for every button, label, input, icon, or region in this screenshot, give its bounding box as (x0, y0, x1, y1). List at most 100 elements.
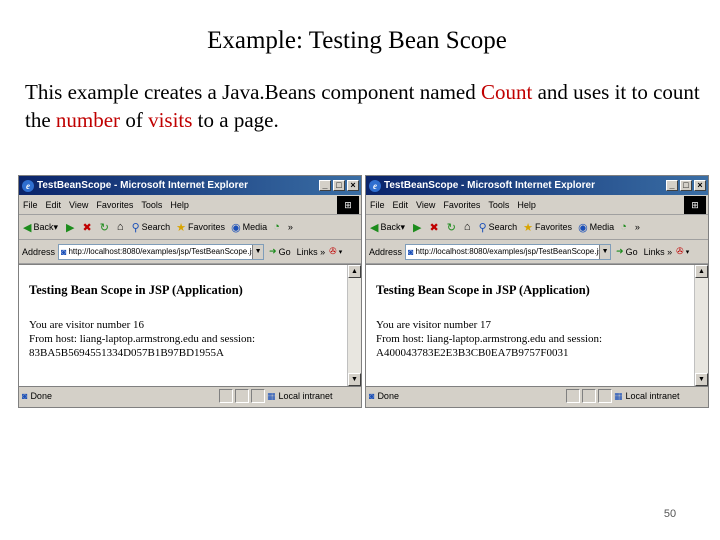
links-button[interactable]: Links » (644, 247, 673, 257)
menu-tools[interactable]: Tools (141, 200, 162, 210)
toolbar-overflow-button[interactable]: » (288, 222, 293, 232)
search-button[interactable]: ⚲ Search (479, 221, 518, 234)
intro-text-1: This example creates a Java.Beans compon… (25, 80, 481, 104)
favorites-star-icon: ★ (523, 221, 534, 234)
stop-button[interactable]: ✖ (82, 221, 93, 234)
status-done: ◙ Done (369, 391, 566, 401)
window-title: TestBeanScope - Microsoft Internet Explo… (384, 180, 595, 191)
favorites-button[interactable]: ★ Favorites (176, 221, 225, 234)
menu-view[interactable]: View (69, 200, 88, 210)
status-bar: ◙ Done ▦ Local intranet (19, 386, 361, 405)
media-button[interactable]: ◉ Media (231, 221, 267, 234)
home-button[interactable]: ⌂ (464, 221, 473, 233)
go-button[interactable]: ➜ Go (269, 246, 291, 257)
links-button[interactable]: Links » (297, 247, 326, 257)
vertical-scrollbar[interactable]: ▲ ▼ (694, 265, 708, 386)
status-zone-label: Local intranet (625, 391, 680, 401)
refresh-button[interactable]: ↻ (447, 221, 458, 234)
chevron-right-icon: » (320, 246, 326, 257)
menu-file[interactable]: File (370, 200, 385, 210)
intro-paragraph: This example creates a Java.Beans compon… (25, 78, 705, 134)
menu-edit[interactable]: Edit (46, 200, 62, 210)
stop-button[interactable]: ✖ (429, 221, 440, 234)
favorites-button[interactable]: ★ Favorites (523, 221, 572, 234)
forward-button[interactable]: ▶ (66, 221, 76, 234)
go-label: Go (625, 246, 638, 257)
close-button[interactable]: × (694, 180, 706, 191)
status-cell (219, 389, 233, 403)
scroll-up-button[interactable]: ▲ (348, 265, 361, 278)
intranet-icon: ▦ (267, 390, 276, 401)
chevron-down-icon[interactable]: ▾ (686, 248, 690, 256)
page-done-icon: ◙ (369, 391, 375, 401)
favorites-label: Favorites (188, 222, 226, 232)
address-url[interactable]: http://localhost:8080/examples/jsp/TestB… (68, 247, 252, 256)
history-icon: ◔ (620, 221, 627, 233)
menu-tools[interactable]: Tools (488, 200, 509, 210)
history-button[interactable]: ◔ (273, 221, 282, 233)
home-button[interactable]: ⌂ (117, 221, 126, 233)
forward-button[interactable]: ▶ (413, 221, 423, 234)
address-url[interactable]: http://localhost:8080/examples/jsp/TestB… (415, 247, 599, 256)
session-id-text: A400043783E2E3B3CB0EA7B9757F0031 (376, 347, 569, 359)
close-button[interactable]: × (347, 180, 359, 191)
menu-view[interactable]: View (416, 200, 435, 210)
home-icon: ⌂ (116, 221, 124, 233)
go-button[interactable]: ➜ Go (616, 246, 638, 257)
stop-icon: ✖ (429, 221, 439, 234)
adobe-pdf-icon[interactable]: ✇ (329, 246, 337, 257)
menu-favorites[interactable]: Favorites (443, 200, 480, 210)
menu-help[interactable]: Help (170, 200, 189, 210)
maximize-button[interactable]: □ (333, 180, 345, 191)
back-button[interactable]: ◀ Back ▾ (23, 221, 60, 234)
vertical-scrollbar[interactable]: ▲ ▼ (347, 265, 361, 386)
address-input[interactable]: ◙ http://localhost:8080/examples/jsp/Tes… (405, 243, 612, 260)
back-label: Back (380, 222, 401, 232)
slide-page-number: 50 (663, 508, 677, 520)
chevron-right-icon: » (287, 222, 293, 232)
maximize-button[interactable]: □ (680, 180, 692, 191)
menu-favorites[interactable]: Favorites (96, 200, 133, 210)
media-button[interactable]: ◉ Media (578, 221, 614, 234)
links-label: Links (643, 246, 665, 257)
status-cell (251, 389, 265, 403)
window-titlebar[interactable]: e TestBeanScope - Microsoft Internet Exp… (19, 176, 361, 195)
search-icon: ⚲ (478, 221, 487, 234)
links-label: Links (296, 246, 318, 257)
window-titlebar[interactable]: e TestBeanScope - Microsoft Internet Exp… (366, 176, 708, 195)
minimize-button[interactable]: _ (666, 180, 678, 191)
refresh-icon: ↻ (99, 221, 109, 234)
page-icon: ◙ (61, 246, 67, 257)
scroll-down-button[interactable]: ▼ (695, 373, 708, 386)
address-dropdown-button[interactable]: ▼ (252, 244, 264, 259)
menu-edit[interactable]: Edit (393, 200, 409, 210)
page-body: Testing Bean Scope in JSP (Application) … (366, 265, 694, 386)
search-button[interactable]: ⚲ Search (132, 221, 171, 234)
host-session-text: From host: liang-laptop.armstrong.edu an… (29, 333, 256, 345)
back-arrow-icon: ◀ (23, 221, 32, 234)
status-zone-label: Local intranet (278, 391, 333, 401)
page-viewport: Testing Bean Scope in JSP (Application) … (19, 264, 361, 386)
adobe-pdf-icon[interactable]: ✇ (676, 246, 684, 257)
history-button[interactable]: ◔ (620, 221, 629, 233)
menu-bar: File Edit View Favorites Tools Help ⊞ (19, 195, 361, 215)
menu-help[interactable]: Help (517, 200, 536, 210)
menu-file[interactable]: File (23, 200, 38, 210)
media-icon: ◉ (578, 221, 588, 234)
scroll-up-button[interactable]: ▲ (695, 265, 708, 278)
toolbar-overflow-button[interactable]: » (635, 222, 640, 232)
back-button[interactable]: ◀ Back ▾ (370, 221, 407, 234)
back-dropdown-icon[interactable]: ▾ (53, 222, 58, 233)
status-cell (582, 389, 596, 403)
back-dropdown-icon[interactable]: ▾ (400, 222, 405, 233)
go-arrow-icon: ➜ (269, 246, 277, 256)
address-input[interactable]: ◙ http://localhost:8080/examples/jsp/Tes… (58, 243, 265, 260)
refresh-button[interactable]: ↻ (100, 221, 111, 234)
minimize-button[interactable]: _ (319, 180, 331, 191)
highlight-visits: visits (148, 108, 193, 132)
scroll-down-button[interactable]: ▼ (348, 373, 361, 386)
chevron-down-icon[interactable]: ▾ (339, 248, 343, 256)
address-dropdown-button[interactable]: ▼ (599, 244, 611, 259)
search-label: Search (488, 222, 518, 232)
search-icon: ⚲ (131, 221, 140, 234)
